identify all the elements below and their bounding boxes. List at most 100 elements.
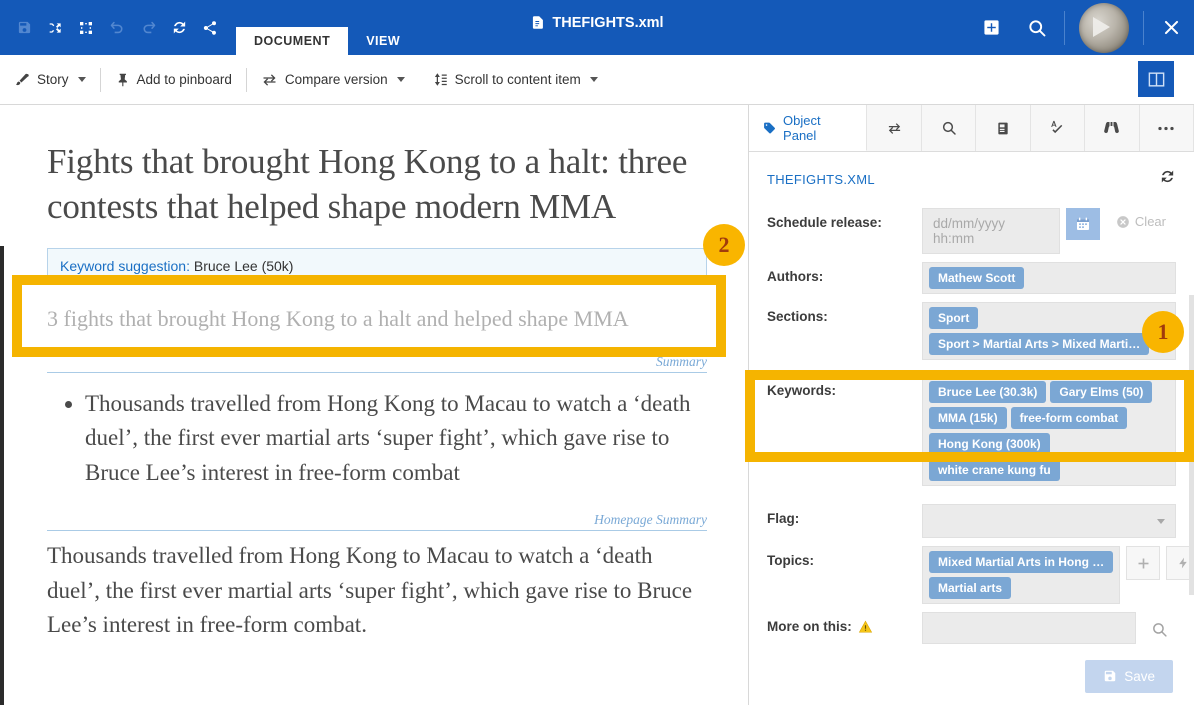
redo-icon[interactable] bbox=[134, 13, 162, 43]
plus-icon[interactable] bbox=[1126, 546, 1161, 580]
header-tabs: DOCUMENT VIEW bbox=[236, 0, 418, 55]
spellcheck-icon bbox=[1051, 120, 1063, 134]
topics-label: Topics: bbox=[767, 553, 814, 568]
field-topics: Topics: Mixed Martial Arts in Hong … Mar… bbox=[749, 542, 1194, 608]
brush-icon bbox=[16, 73, 29, 85]
document-subheading[interactable]: 3 fights that brought Hong Kong to a hal… bbox=[47, 306, 707, 332]
crop-marks-icon[interactable] bbox=[72, 13, 100, 43]
shuffle-icon[interactable] bbox=[41, 13, 69, 43]
chip[interactable]: Gary Elms (50) bbox=[1050, 381, 1153, 403]
summary-list[interactable]: Thousands travelled from Hong Kong to Ma… bbox=[71, 387, 707, 491]
topics-input[interactable]: Mixed Martial Arts in Hong … Martial art… bbox=[922, 546, 1121, 604]
tab-search[interactable] bbox=[921, 105, 977, 151]
document-title: THEFIGHTS.xml bbox=[530, 14, 664, 31]
undo-icon[interactable] bbox=[103, 13, 131, 43]
authors-input[interactable]: Mathew Scott bbox=[922, 262, 1176, 294]
close-icon[interactable] bbox=[1148, 0, 1194, 55]
refresh-icon[interactable] bbox=[1159, 168, 1176, 190]
field-flag: Flag: bbox=[749, 500, 1194, 542]
homepage-summary-text[interactable]: Thousands travelled from Hong Kong to Ma… bbox=[47, 539, 707, 643]
chip[interactable]: MMA (15k) bbox=[929, 407, 1007, 429]
object-form: Schedule release: dd/mm/yyyy hh:mm Clear… bbox=[749, 200, 1194, 705]
tab-spellcheck[interactable] bbox=[1030, 105, 1086, 151]
more-on-this-label-text: More on this: bbox=[767, 619, 852, 634]
panel-scrollbar[interactable] bbox=[1189, 295, 1194, 595]
chip[interactable]: Hong Kong (300k) bbox=[929, 433, 1050, 455]
schedule-release-input[interactable]: dd/mm/yyyy hh:mm bbox=[922, 208, 1060, 254]
chevron-down-icon bbox=[1157, 518, 1165, 524]
annotation-badge-1: 1 bbox=[1142, 311, 1184, 353]
file-icon bbox=[532, 16, 543, 29]
chip[interactable]: Sport > Martial Arts > Mixed Marti… bbox=[929, 333, 1150, 355]
save-icon bbox=[1104, 670, 1116, 682]
annotation-badge-2: 2 bbox=[703, 224, 745, 266]
field-keywords: Keywords: Bruce Lee (30.3k) Gary Elms (5… bbox=[749, 372, 1194, 490]
document-canvas: Fights that brought Hong Kong to a halt:… bbox=[0, 106, 748, 705]
list-item: Thousands travelled from Hong Kong to Ma… bbox=[85, 387, 707, 491]
chip[interactable]: free-form combat bbox=[1010, 407, 1128, 429]
keywords-input[interactable]: Bruce Lee (30.3k) Gary Elms (50) MMA (15… bbox=[922, 376, 1176, 486]
tab-document[interactable]: DOCUMENT bbox=[236, 27, 349, 55]
add-to-pinboard-button[interactable]: Add to pinboard bbox=[101, 63, 246, 97]
share-icon[interactable] bbox=[196, 13, 224, 43]
more-on-this-label: More on this: bbox=[767, 612, 922, 634]
story-menu-button[interactable]: Story bbox=[0, 63, 100, 97]
schedule-release-placeholder: dd/mm/yyyy hh:mm bbox=[933, 216, 1006, 246]
panel-file-row: THEFIGHTS.XML bbox=[749, 152, 1194, 200]
save-button[interactable]: Save bbox=[1085, 659, 1173, 693]
chip[interactable]: Mathew Scott bbox=[929, 267, 1025, 289]
add-icon[interactable] bbox=[968, 0, 1014, 55]
secondary-toolbar: Story Add to pinboard Compare version Sc… bbox=[0, 55, 1194, 105]
add-to-pinboard-label: Add to pinboard bbox=[136, 72, 232, 87]
keywords-label: Keywords: bbox=[767, 383, 837, 398]
panel-save-bar: Save bbox=[749, 647, 1194, 705]
sections-input[interactable]: Sport Sport > Martial Arts > Mixed Marti… bbox=[922, 302, 1176, 360]
compare-arrows-icon bbox=[263, 73, 276, 86]
flag-select[interactable] bbox=[922, 504, 1176, 538]
avatar[interactable] bbox=[1079, 2, 1129, 53]
chip[interactable]: Bruce Lee (30.3k) bbox=[929, 381, 1047, 403]
schedule-release-label: Schedule release: bbox=[767, 215, 882, 230]
clear-schedule-button[interactable]: Clear bbox=[1106, 208, 1176, 235]
tab-binoculars[interactable] bbox=[1085, 105, 1140, 151]
field-authors: Authors: Mathew Scott bbox=[749, 258, 1194, 298]
compare-version-button[interactable]: Compare version bbox=[247, 63, 419, 97]
panel-file-name[interactable]: THEFIGHTS.XML bbox=[767, 172, 875, 187]
search-icon[interactable] bbox=[1142, 612, 1176, 646]
compare-arrows-icon bbox=[888, 122, 900, 134]
field-more-on-this: More on this: bbox=[749, 608, 1194, 650]
tab-library[interactable] bbox=[976, 105, 1031, 151]
header-icon-group bbox=[0, 0, 230, 55]
book-icon bbox=[998, 122, 1008, 134]
warning-icon bbox=[858, 620, 873, 634]
save-label: Save bbox=[1124, 668, 1155, 684]
refresh-icon[interactable] bbox=[165, 13, 193, 43]
calendar-icon[interactable] bbox=[1065, 208, 1100, 240]
save-icon[interactable] bbox=[10, 13, 38, 43]
page-title[interactable]: Fights that brought Hong Kong to a halt:… bbox=[47, 140, 707, 230]
object-panel: Object Panel THEFIGHTS.XML Schedule rele… bbox=[748, 105, 1194, 705]
binoculars-icon bbox=[1104, 122, 1120, 134]
chip[interactable]: Mixed Martial Arts in Hong … bbox=[929, 551, 1114, 573]
field-schedule-release: Schedule release: dd/mm/yyyy hh:mm Clear bbox=[749, 204, 1194, 258]
tab-view[interactable]: VIEW bbox=[348, 27, 418, 55]
chip[interactable]: Sport bbox=[929, 307, 979, 329]
clear-label: Clear bbox=[1134, 214, 1166, 229]
chip[interactable]: white crane kung fu bbox=[929, 459, 1060, 481]
search-icon[interactable] bbox=[1014, 0, 1060, 55]
split-view-button[interactable] bbox=[1138, 61, 1174, 97]
tab-object-panel[interactable]: Object Panel bbox=[749, 105, 868, 151]
scroll-to-content-item-button[interactable]: Scroll to content item bbox=[419, 63, 612, 97]
document-body: Fights that brought Hong Kong to a halt:… bbox=[47, 106, 707, 643]
tab-more[interactable] bbox=[1139, 105, 1194, 151]
keyword-suggestion-box[interactable]: Keyword suggestion: Bruce Lee (50k) bbox=[47, 247, 707, 284]
scroll-to-content-item-label: Scroll to content item bbox=[454, 72, 581, 87]
tab-compare[interactable] bbox=[867, 105, 922, 151]
scroll-updown-icon bbox=[434, 73, 447, 86]
homepage-summary-field-rule bbox=[47, 530, 707, 532]
compare-version-label: Compare version bbox=[284, 72, 388, 87]
chevron-down-icon bbox=[77, 77, 86, 82]
more-on-this-input[interactable] bbox=[922, 612, 1136, 644]
chip[interactable]: Martial arts bbox=[929, 577, 1012, 599]
homepage-summary-field-label: Homepage Summary bbox=[594, 512, 707, 528]
